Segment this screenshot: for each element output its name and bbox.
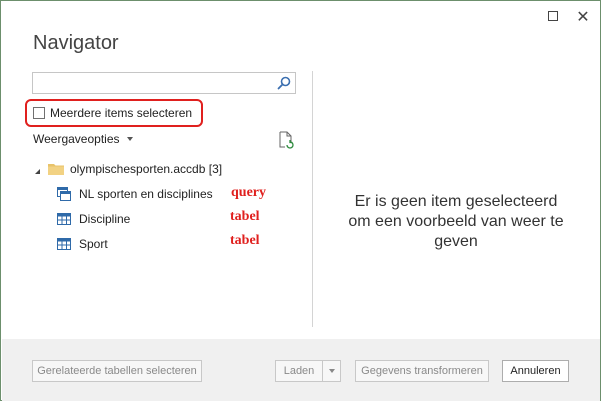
- preview-message-line: Er is geen item geselecteerd: [354, 193, 558, 210]
- preview-message-line: geven: [434, 233, 478, 250]
- tree-root-label: olympischesporten.accdb [3]: [70, 162, 223, 176]
- query-icon: [57, 187, 71, 201]
- maximize-icon: [548, 11, 558, 21]
- load-options-button[interactable]: [322, 360, 341, 382]
- cancel-button[interactable]: Annuleren: [502, 360, 569, 382]
- chevron-down-icon: [126, 137, 133, 141]
- table-icon: [57, 238, 71, 250]
- view-options-label: Weergaveopties: [33, 132, 120, 146]
- dialog-title: Navigator: [33, 32, 119, 54]
- close-icon: ✕: [576, 6, 590, 26]
- tree-item-sport[interactable]: Sport: [57, 236, 108, 252]
- load-button[interactable]: Laden: [275, 360, 323, 382]
- checkbox-box[interactable]: [33, 107, 45, 119]
- annotation-query: query: [231, 185, 266, 200]
- search-input[interactable]: [33, 73, 273, 93]
- tree-item-label: Discipline: [79, 212, 131, 226]
- annotation-tabel-discipline: tabel: [230, 209, 260, 224]
- tree-item-discipline[interactable]: Discipline: [57, 211, 130, 227]
- tree-item-nl-sporten[interactable]: NL sporten en disciplines: [57, 186, 213, 202]
- navigator-dialog: ✕ Navigator Meerdere items selecteren We…: [0, 0, 601, 401]
- chevron-down-icon: [328, 369, 335, 373]
- transform-data-button[interactable]: Gegevens transformeren: [355, 360, 489, 382]
- tree-item-label: NL sporten en disciplines: [79, 187, 213, 201]
- search-icon[interactable]: [276, 75, 292, 91]
- refresh-icon[interactable]: [278, 131, 294, 149]
- search-field[interactable]: [32, 72, 296, 94]
- maximize-button[interactable]: [541, 5, 565, 27]
- multi-select-label: Meerdere items selecteren: [50, 106, 193, 120]
- annotation-tabel-sport: tabel: [230, 233, 260, 248]
- view-options-dropdown[interactable]: Weergaveopties: [33, 132, 133, 146]
- multi-select-checkbox[interactable]: Meerdere items selecteren: [33, 105, 192, 121]
- close-button[interactable]: ✕: [571, 5, 595, 27]
- select-related-tables-button[interactable]: Gerelateerde tabellen selecteren: [32, 360, 202, 382]
- table-icon: [57, 213, 71, 225]
- tree-root-database[interactable]: olympischesporten.accdb [3]: [35, 161, 222, 177]
- preview-message-line: om een voorbeeld van weer te: [348, 213, 564, 230]
- pane-divider[interactable]: [312, 71, 313, 327]
- preview-empty-message: Er is geen item geselecteerd om een voor…: [321, 192, 591, 252]
- folder-icon: [48, 164, 64, 175]
- expand-triangle-icon[interactable]: [35, 168, 40, 174]
- tree-item-label: Sport: [79, 237, 108, 251]
